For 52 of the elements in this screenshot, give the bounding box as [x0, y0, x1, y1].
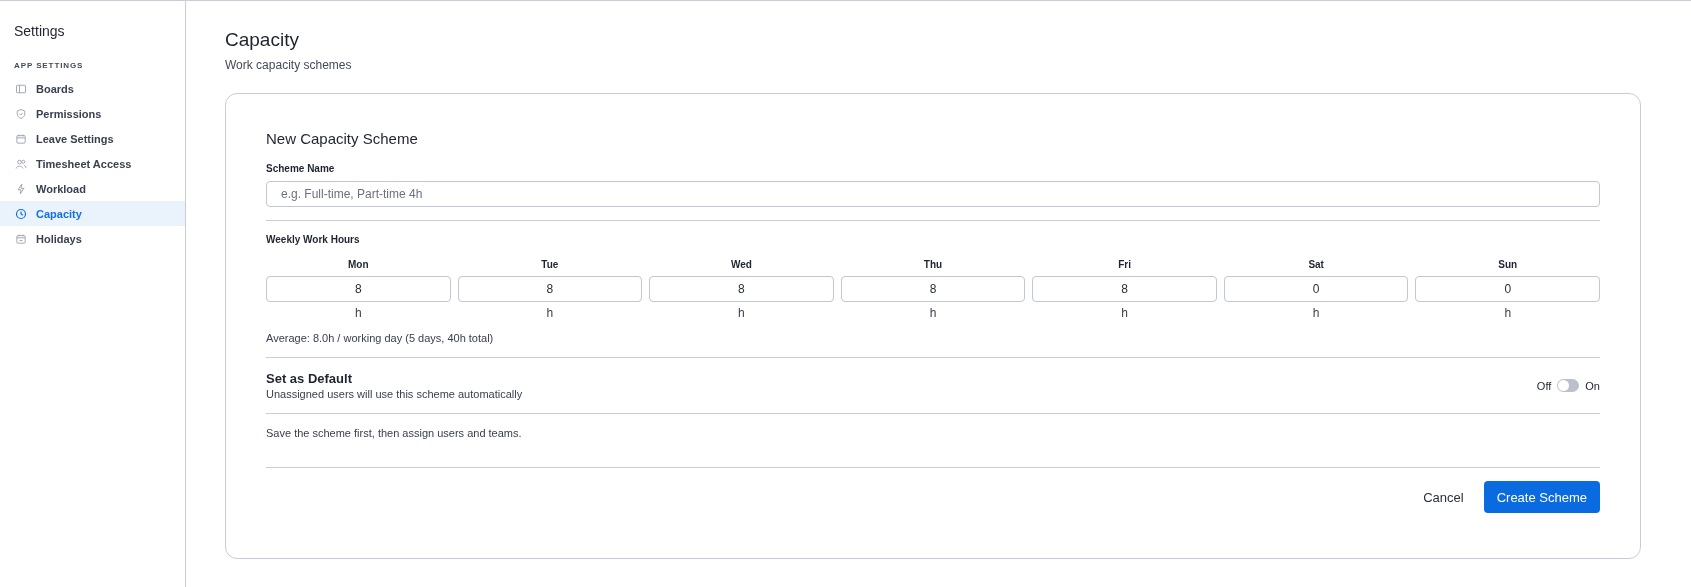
average-text: Average: 8.0h / working day (5 days, 40h total) — [266, 332, 495, 344]
unit-label: h — [738, 306, 745, 320]
calendar-icon — [15, 132, 27, 145]
hours-field[interactable]: 0 — [1223, 276, 1409, 302]
form-title: New Capacity Scheme — [266, 130, 419, 147]
sidebar-item[interactable]: Capacity — [0, 201, 185, 226]
panel-icon — [15, 82, 27, 95]
day-label: Sun — [1498, 259, 1518, 270]
hours-field[interactable]: 8 — [649, 276, 834, 302]
hours-field[interactable]: 8 — [1032, 276, 1217, 302]
unit-label: h — [1504, 306, 1512, 320]
day-label: Sat — [1308, 259, 1324, 270]
section-label: Weekly Work Hours — [266, 234, 361, 245]
page-title: Capacity — [225, 29, 300, 51]
default-description: Unassigned users will use this scheme automatically — [266, 388, 523, 400]
day-label: Wed — [730, 259, 752, 270]
sidebar-item[interactable]: Timesheet Access — [0, 151, 185, 176]
on-label: On — [1585, 379, 1600, 392]
page-subtitle: Work capacity schemes — [225, 58, 353, 72]
unit-label: h — [546, 306, 554, 320]
sidebar-item[interactable]: Holidays — [0, 226, 185, 251]
sidebar-item[interactable]: Workload — [0, 176, 185, 201]
cancel-button[interactable]: Cancel — [1423, 483, 1464, 511]
hours-field[interactable]: 8 — [840, 276, 1026, 302]
day-label: Tue — [541, 259, 559, 270]
hours-field[interactable]: 0 — [1415, 276, 1601, 302]
sidebar-title: Settings — [13, 23, 66, 39]
scheme-name-field[interactable]: e.g. Full-time, Part-time 4h — [266, 181, 1600, 207]
unit-label: h — [1121, 306, 1128, 320]
section-heading: APP SETTINGS — [13, 61, 85, 70]
create-scheme-button[interactable]: Create Scheme — [1483, 481, 1600, 513]
lightning-icon — [15, 182, 27, 195]
clock-icon — [15, 207, 27, 220]
unit-label: h — [354, 306, 362, 320]
day-label: Thu — [923, 259, 943, 270]
note-text: Save the scheme first, then assign users and teams. — [266, 427, 523, 439]
default-toggle[interactable] — [1557, 379, 1580, 392]
calendar-icon — [15, 232, 27, 245]
unit-label: h — [929, 306, 937, 320]
sidebar-item[interactable]: Boards — [0, 76, 185, 101]
hours-field[interactable]: 8 — [457, 276, 643, 302]
day-label: Mon — [348, 259, 369, 270]
day-label: Fri — [1118, 259, 1131, 270]
hours-field[interactable]: 8 — [266, 276, 451, 302]
field-label: Scheme Name — [266, 163, 336, 174]
shield-icon — [15, 107, 27, 120]
sidebar-item[interactable]: Leave Settings — [0, 126, 185, 151]
sidebar-item[interactable]: Permissions — [0, 101, 185, 126]
off-label: Off — [1536, 379, 1552, 392]
users-icon — [15, 157, 27, 170]
unit-label: h — [1312, 306, 1320, 320]
default-title: Set as Default — [266, 371, 353, 386]
